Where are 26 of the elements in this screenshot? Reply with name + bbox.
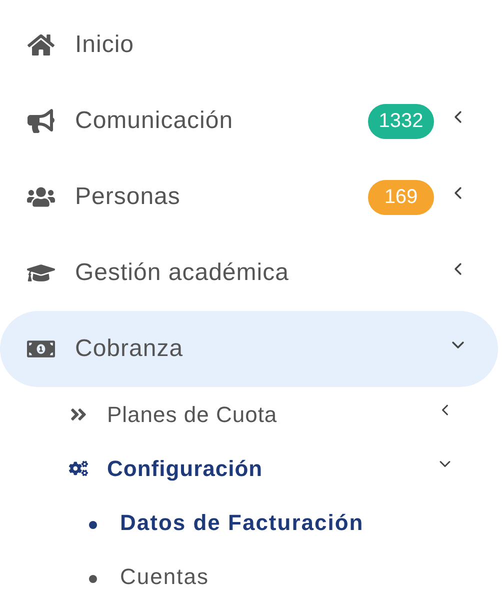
menu-item[interactable]: Comunicación 1332 bbox=[0, 83, 498, 159]
home-icon bbox=[27, 33, 55, 57]
menu-label: Inicio bbox=[75, 30, 134, 60]
gears-icon bbox=[69, 458, 88, 478]
menu-item[interactable]: Cobranza bbox=[0, 311, 498, 387]
people-icon bbox=[27, 185, 55, 209]
menu-item[interactable]: Inicio bbox=[0, 7, 498, 83]
submenu-link-label: Cuentas bbox=[120, 562, 209, 590]
submenu-item[interactable]: Configuración bbox=[0, 441, 502, 495]
menu-label: Personas bbox=[75, 182, 180, 212]
megaphone-icon bbox=[27, 109, 55, 133]
menu-item[interactable]: Personas 169 bbox=[0, 159, 498, 235]
bullet-icon bbox=[89, 521, 97, 529]
count-badge: 1332 bbox=[368, 104, 434, 138]
submenu-label: Configuración bbox=[107, 454, 263, 483]
count-badge: 169 bbox=[368, 180, 434, 214]
menu-label: Cobranza bbox=[75, 334, 184, 364]
menu-item[interactable]: Gestión académica bbox=[0, 235, 498, 311]
menu-label: Comunicación bbox=[75, 106, 234, 136]
submenu-link[interactable]: Datos de Facturación bbox=[0, 495, 502, 549]
submenu-item[interactable]: Planes de Cuota bbox=[0, 387, 502, 441]
menu-label: Gestión académica bbox=[75, 258, 289, 288]
submenu-label: Planes de Cuota bbox=[107, 400, 278, 428]
submenu-link-label: Datos de Facturación bbox=[120, 508, 364, 536]
submenu-link[interactable]: Cuentas bbox=[0, 549, 502, 603]
bullet-icon bbox=[89, 575, 97, 583]
